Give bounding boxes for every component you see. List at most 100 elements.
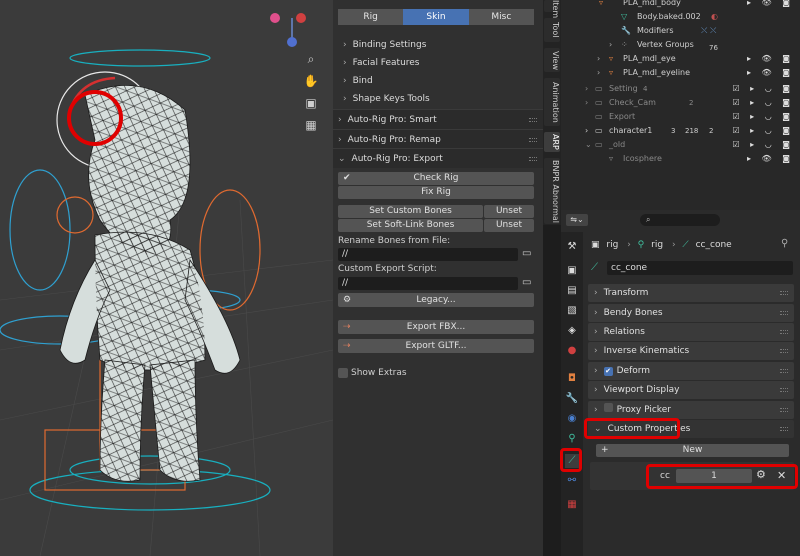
visibility-icons[interactable]: ▸ 👁 ◙ xyxy=(747,152,794,166)
tab-bnpr-abnormal[interactable]: BNPR Abnormal xyxy=(544,158,560,224)
show-extras-checkbox[interactable] xyxy=(338,368,348,378)
chevron-down-icon: ⌄ xyxy=(585,140,592,149)
texture-tab-icon[interactable]: ▦ xyxy=(565,498,579,512)
rename-bones-file-field[interactable]: // xyxy=(338,248,518,261)
drag-grip-icon[interactable] xyxy=(780,349,788,353)
folder-icon[interactable]: ▭ xyxy=(522,277,534,290)
outliner-row-icosphere[interactable]: ▿ Icosphere ▸ 👁 ◙ xyxy=(561,152,800,166)
tab-misc[interactable]: Misc xyxy=(468,9,534,25)
shape-keys-tools-row[interactable]: › Shape Keys Tools xyxy=(343,94,430,104)
export-fbx-button[interactable]: ⇢ Export FBX... xyxy=(338,320,534,334)
deform-checkbox[interactable]: ✔ xyxy=(603,367,613,376)
scene-tab-icon[interactable]: ◈ xyxy=(565,324,579,338)
visibility-icons[interactable]: ☑ ▸ ◡ ◙ xyxy=(732,96,794,110)
visibility-icons[interactable]: ▸ 👁 ◙ xyxy=(747,0,794,10)
section-bendy-bones[interactable]: › Bendy Bones xyxy=(588,304,794,322)
editor-type-dropdown[interactable]: ⇋⌄ xyxy=(566,214,588,226)
drag-grip-icon[interactable] xyxy=(780,330,788,334)
bind-row[interactable]: › Bind xyxy=(343,76,373,86)
drag-grip-icon[interactable] xyxy=(780,427,788,431)
set-softlink-bones-button[interactable]: Set Soft-Link Bones xyxy=(338,219,483,232)
outliner-row[interactable]: › ⁘ Vertex Groups xyxy=(561,38,800,52)
tab-tool[interactable]: Tool xyxy=(544,18,560,42)
visibility-icons[interactable]: ▸ 👁 ◙ xyxy=(747,66,794,80)
pin-icon[interactable]: ⚲ xyxy=(781,238,788,249)
drag-grip-icon[interactable] xyxy=(529,118,537,122)
drag-grip-icon[interactable] xyxy=(780,369,788,373)
tab-arp[interactable]: ARP xyxy=(544,132,560,152)
search-input[interactable]: ⌕ xyxy=(640,214,720,226)
modifier-tab-icon[interactable]: 🔧 xyxy=(565,392,579,406)
outliner-row[interactable]: › ▿ PLA_mdl_eyeline ▸ 👁 ◙ xyxy=(561,66,800,80)
3d-viewport[interactable]: ⌕ ✋ ▣ ▦ xyxy=(0,0,333,556)
section-deform[interactable]: › ✔ Deform xyxy=(588,362,794,380)
visibility-icons[interactable]: ▸ 👁 ◙ xyxy=(747,52,794,66)
outliner-row[interactable]: ▿ PLA_mdl_body ▸ 👁 ◙ xyxy=(561,0,800,10)
render-tab-icon[interactable]: ▣ xyxy=(565,264,579,278)
outliner-row-setting[interactable]: › ▭ Setting 4 ☑ ▸ ◡ ◙ xyxy=(561,82,800,96)
section-relations[interactable]: › Relations xyxy=(588,323,794,341)
binding-settings-row[interactable]: › Binding Settings xyxy=(343,40,426,50)
outliner-row-character1[interactable]: › ▭ character1 3 218 2 ☑ ▸ ◡ ◙ xyxy=(561,124,800,138)
section-transform[interactable]: › Transform xyxy=(588,284,794,302)
tool-tab-icon[interactable]: ⚒ xyxy=(565,240,579,254)
section-viewport-display[interactable]: › Viewport Display xyxy=(588,381,794,399)
fix-rig-button[interactable]: Fix Rig xyxy=(338,186,534,199)
tab-item[interactable]: Item xyxy=(544,0,560,18)
outliner-row-check-cam[interactable]: › ▭ Check_Cam 2 ☑ ▸ ◡ ◙ xyxy=(561,96,800,110)
folder-icon[interactable]: ▭ xyxy=(522,248,534,261)
outliner-row[interactable]: › ▿ PLA_mdl_eye ▸ 👁 ◙ xyxy=(561,52,800,66)
tab-skin[interactable]: Skin xyxy=(403,9,469,25)
highlight-bone-tab xyxy=(560,448,582,472)
drag-grip-icon[interactable] xyxy=(529,157,537,161)
section-inverse-kinematics[interactable]: › Inverse Kinematics xyxy=(588,342,794,360)
grid-view-icon[interactable]: ▦ xyxy=(302,116,320,134)
unset-custom-bones-button[interactable]: Unset xyxy=(484,205,534,218)
outliner-row[interactable]: 🔧 Modifiers ⤬ ⤬ xyxy=(561,24,800,38)
zoom-icon[interactable]: ⌕ xyxy=(302,50,320,68)
proxy-picker-checkbox[interactable] xyxy=(603,403,613,412)
chevron-right-icon: › xyxy=(594,327,598,337)
pan-hand-icon[interactable]: ✋ xyxy=(302,72,320,90)
tab-animation[interactable]: Animation xyxy=(544,78,560,126)
bone-name-field[interactable]: cc_cone xyxy=(607,261,793,275)
world-tab-icon[interactable]: ● xyxy=(565,344,579,358)
tab-view[interactable]: View xyxy=(544,48,560,72)
object-icon: ▿ xyxy=(599,0,604,7)
camera-view-icon[interactable]: ▣ xyxy=(302,94,320,112)
highlight-custom-properties xyxy=(584,418,680,439)
visibility-icons[interactable]: ☑ ▸ ◡ ◙ xyxy=(732,124,794,138)
outliner-row[interactable]: ▽ Body.baked.002 ◐ xyxy=(561,10,800,24)
export-gltf-button[interactable]: ⇢ Export GLTF... xyxy=(338,339,534,353)
output-tab-icon[interactable]: ▤ xyxy=(565,284,579,298)
outliner-row-old[interactable]: ⌄ ▭ _old ☑ ▸ ◡ ◙ xyxy=(561,138,800,152)
collection-icon: ▭ xyxy=(595,140,603,149)
physics-tab-icon[interactable]: ◉ xyxy=(565,412,579,426)
drag-grip-icon[interactable] xyxy=(780,388,788,392)
visibility-icons[interactable]: ☑ ▸ ◡ ◙ xyxy=(732,82,794,96)
bone-constraint-tab-icon[interactable]: ⚯ xyxy=(565,474,579,488)
visibility-icons[interactable]: ☑ ▸ ◡ ◙ xyxy=(732,138,794,152)
check-rig-button[interactable]: ✔ Check Rig xyxy=(338,172,534,185)
tab-rig[interactable]: Rig xyxy=(338,9,404,25)
drag-grip-icon[interactable] xyxy=(780,408,788,412)
custom-export-script-field[interactable]: // xyxy=(338,277,518,290)
drag-grip-icon[interactable] xyxy=(780,291,788,295)
section-arp-smart[interactable]: › Auto-Rig Pro: Smart xyxy=(333,109,543,129)
outliner-row-export[interactable]: ▭ Export ☑ ▸ ◡ ◙ xyxy=(561,110,800,124)
new-property-button[interactable]: + New xyxy=(596,444,789,457)
drag-grip-icon[interactable] xyxy=(529,138,537,142)
drag-grip-icon[interactable] xyxy=(780,311,788,315)
view-layer-tab-icon[interactable]: ▧ xyxy=(565,304,579,318)
facial-features-row[interactable]: › Facial Features xyxy=(343,58,420,68)
section-proxy-picker[interactable]: › Proxy Picker xyxy=(588,401,794,419)
armature-tab-icon[interactable]: ⚲ xyxy=(565,432,579,446)
legacy-button[interactable]: ⚙ Legacy... xyxy=(338,293,534,307)
chevron-right-icon: › xyxy=(343,40,347,50)
unset-softlink-bones-button[interactable]: Unset xyxy=(484,219,534,232)
visibility-icons[interactable]: ☑ ▸ ◡ ◙ xyxy=(732,110,794,124)
section-arp-remap[interactable]: › Auto-Rig Pro: Remap xyxy=(333,129,543,149)
set-custom-bones-button[interactable]: Set Custom Bones xyxy=(338,205,483,218)
object-tab-icon[interactable]: ◘ xyxy=(565,372,579,386)
section-arp-export[interactable]: ⌄ Auto-Rig Pro: Export xyxy=(333,148,543,168)
